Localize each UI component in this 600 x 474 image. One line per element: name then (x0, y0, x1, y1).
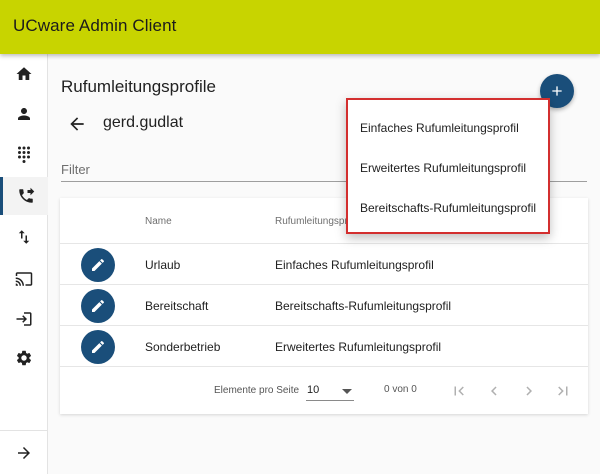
menu-item-extended-profile[interactable]: Erweitertes Rufumleitungsprofil (348, 148, 548, 188)
table-row: Bereitschaft Bereitschafts-Rufumleitungs… (60, 285, 588, 326)
last-page-button[interactable] (551, 379, 575, 403)
page-size-value: 10 (307, 384, 320, 396)
cell-profile: Bereitschafts-Rufumleitungsprofil (275, 299, 452, 313)
first-page-icon (454, 386, 464, 396)
cell-profile: Erweitertes Rufumleitungsprofil (275, 340, 442, 354)
plus-icon (552, 86, 562, 96)
swap-vertical-icon (18, 230, 30, 244)
chevron-left-icon (491, 386, 497, 396)
cast-icon (15, 272, 33, 286)
edit-button[interactable] (81, 289, 115, 323)
arrow-right-icon (18, 446, 30, 459)
previous-page-button[interactable] (482, 379, 506, 403)
arrow-back-icon (70, 117, 84, 131)
last-page-icon (558, 386, 568, 396)
menu-item-standby-profile[interactable]: Bereitschafts-Rufumleitungsprofil (348, 188, 548, 228)
sidebar-item-call-forwarding[interactable] (0, 177, 48, 215)
dialpad-icon (18, 146, 30, 163)
app-title: UCware Admin Client (13, 16, 177, 35)
home-icon (16, 67, 32, 80)
sidebar-item-login[interactable] (0, 300, 48, 338)
pencil-icon (92, 340, 105, 353)
gear-icon (16, 350, 32, 366)
page-range-label: 0 von 0 (384, 384, 417, 395)
sidebar (0, 54, 48, 474)
cell-profile: Einfaches Rufumleitungsprofil (275, 258, 434, 272)
cell-name: Urlaub (145, 258, 181, 272)
cell-name: Bereitschaft (145, 299, 209, 313)
chevron-right-icon (526, 386, 532, 396)
menu-item-simple-profile[interactable]: Einfaches Rufumleitungsprofil (348, 108, 548, 148)
sidebar-item-home[interactable] (0, 55, 48, 93)
phone-forward-icon (18, 187, 34, 203)
sidebar-item-provisioning[interactable] (0, 260, 48, 298)
next-page-button[interactable] (517, 379, 541, 403)
page-size-label: Elemente pro Seite (214, 385, 300, 396)
edit-button[interactable] (81, 330, 115, 364)
pencil-icon (92, 258, 105, 271)
chevron-down-icon (342, 389, 352, 394)
edit-button[interactable] (81, 248, 115, 282)
sidebar-item-routing[interactable] (0, 218, 48, 256)
sidebar-collapse-button[interactable] (0, 430, 48, 474)
app-toolbar: UCware Admin Client (0, 0, 600, 54)
person-icon (18, 108, 30, 120)
sidebar-item-settings[interactable] (0, 339, 48, 377)
cell-name: Sonderbetrieb (145, 340, 221, 354)
page-title: Rufumleitungsprofile (61, 77, 216, 96)
table-row: Sonderbetrieb Erweitertes Rufumleitungsp… (60, 326, 588, 367)
user-name: gerd.gudlat (103, 114, 184, 131)
sidebar-item-dialpad[interactable] (0, 135, 48, 173)
page-size-select[interactable]: 10 (306, 381, 354, 401)
first-page-button[interactable] (447, 379, 471, 403)
add-profile-menu: Einfaches Rufumleitungsprofil Erweiterte… (346, 98, 550, 234)
sidebar-item-users[interactable] (0, 95, 48, 133)
column-header-name[interactable]: Name (145, 216, 172, 227)
back-button[interactable] (65, 112, 89, 136)
table-row: Urlaub Einfaches Rufumleitungsprofil (60, 244, 588, 285)
login-icon (16, 312, 32, 326)
paginator: Elemente pro Seite 10 0 von 0 (60, 370, 588, 414)
pencil-icon (92, 299, 105, 312)
